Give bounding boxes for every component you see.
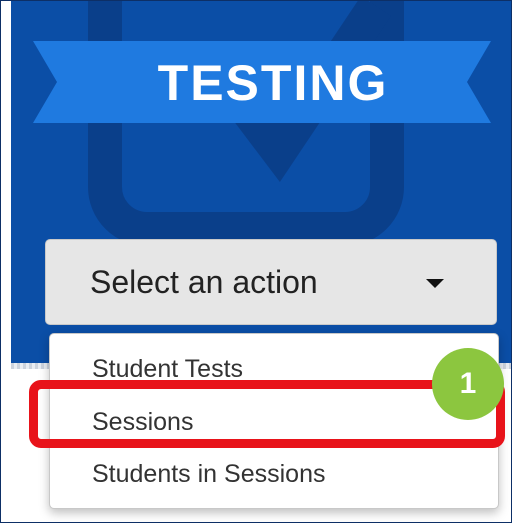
menu-item-students-in-sessions[interactable]: Students in Sessions (92, 459, 325, 489)
screenshot-frame: TESTING Select an action Student Tests S… (0, 0, 512, 523)
select-action-label: Select an action (90, 264, 318, 300)
app-title: TESTING (157, 55, 389, 111)
step-callout-badge: 1 (432, 348, 504, 420)
caret-down-icon[interactable] (426, 279, 444, 288)
